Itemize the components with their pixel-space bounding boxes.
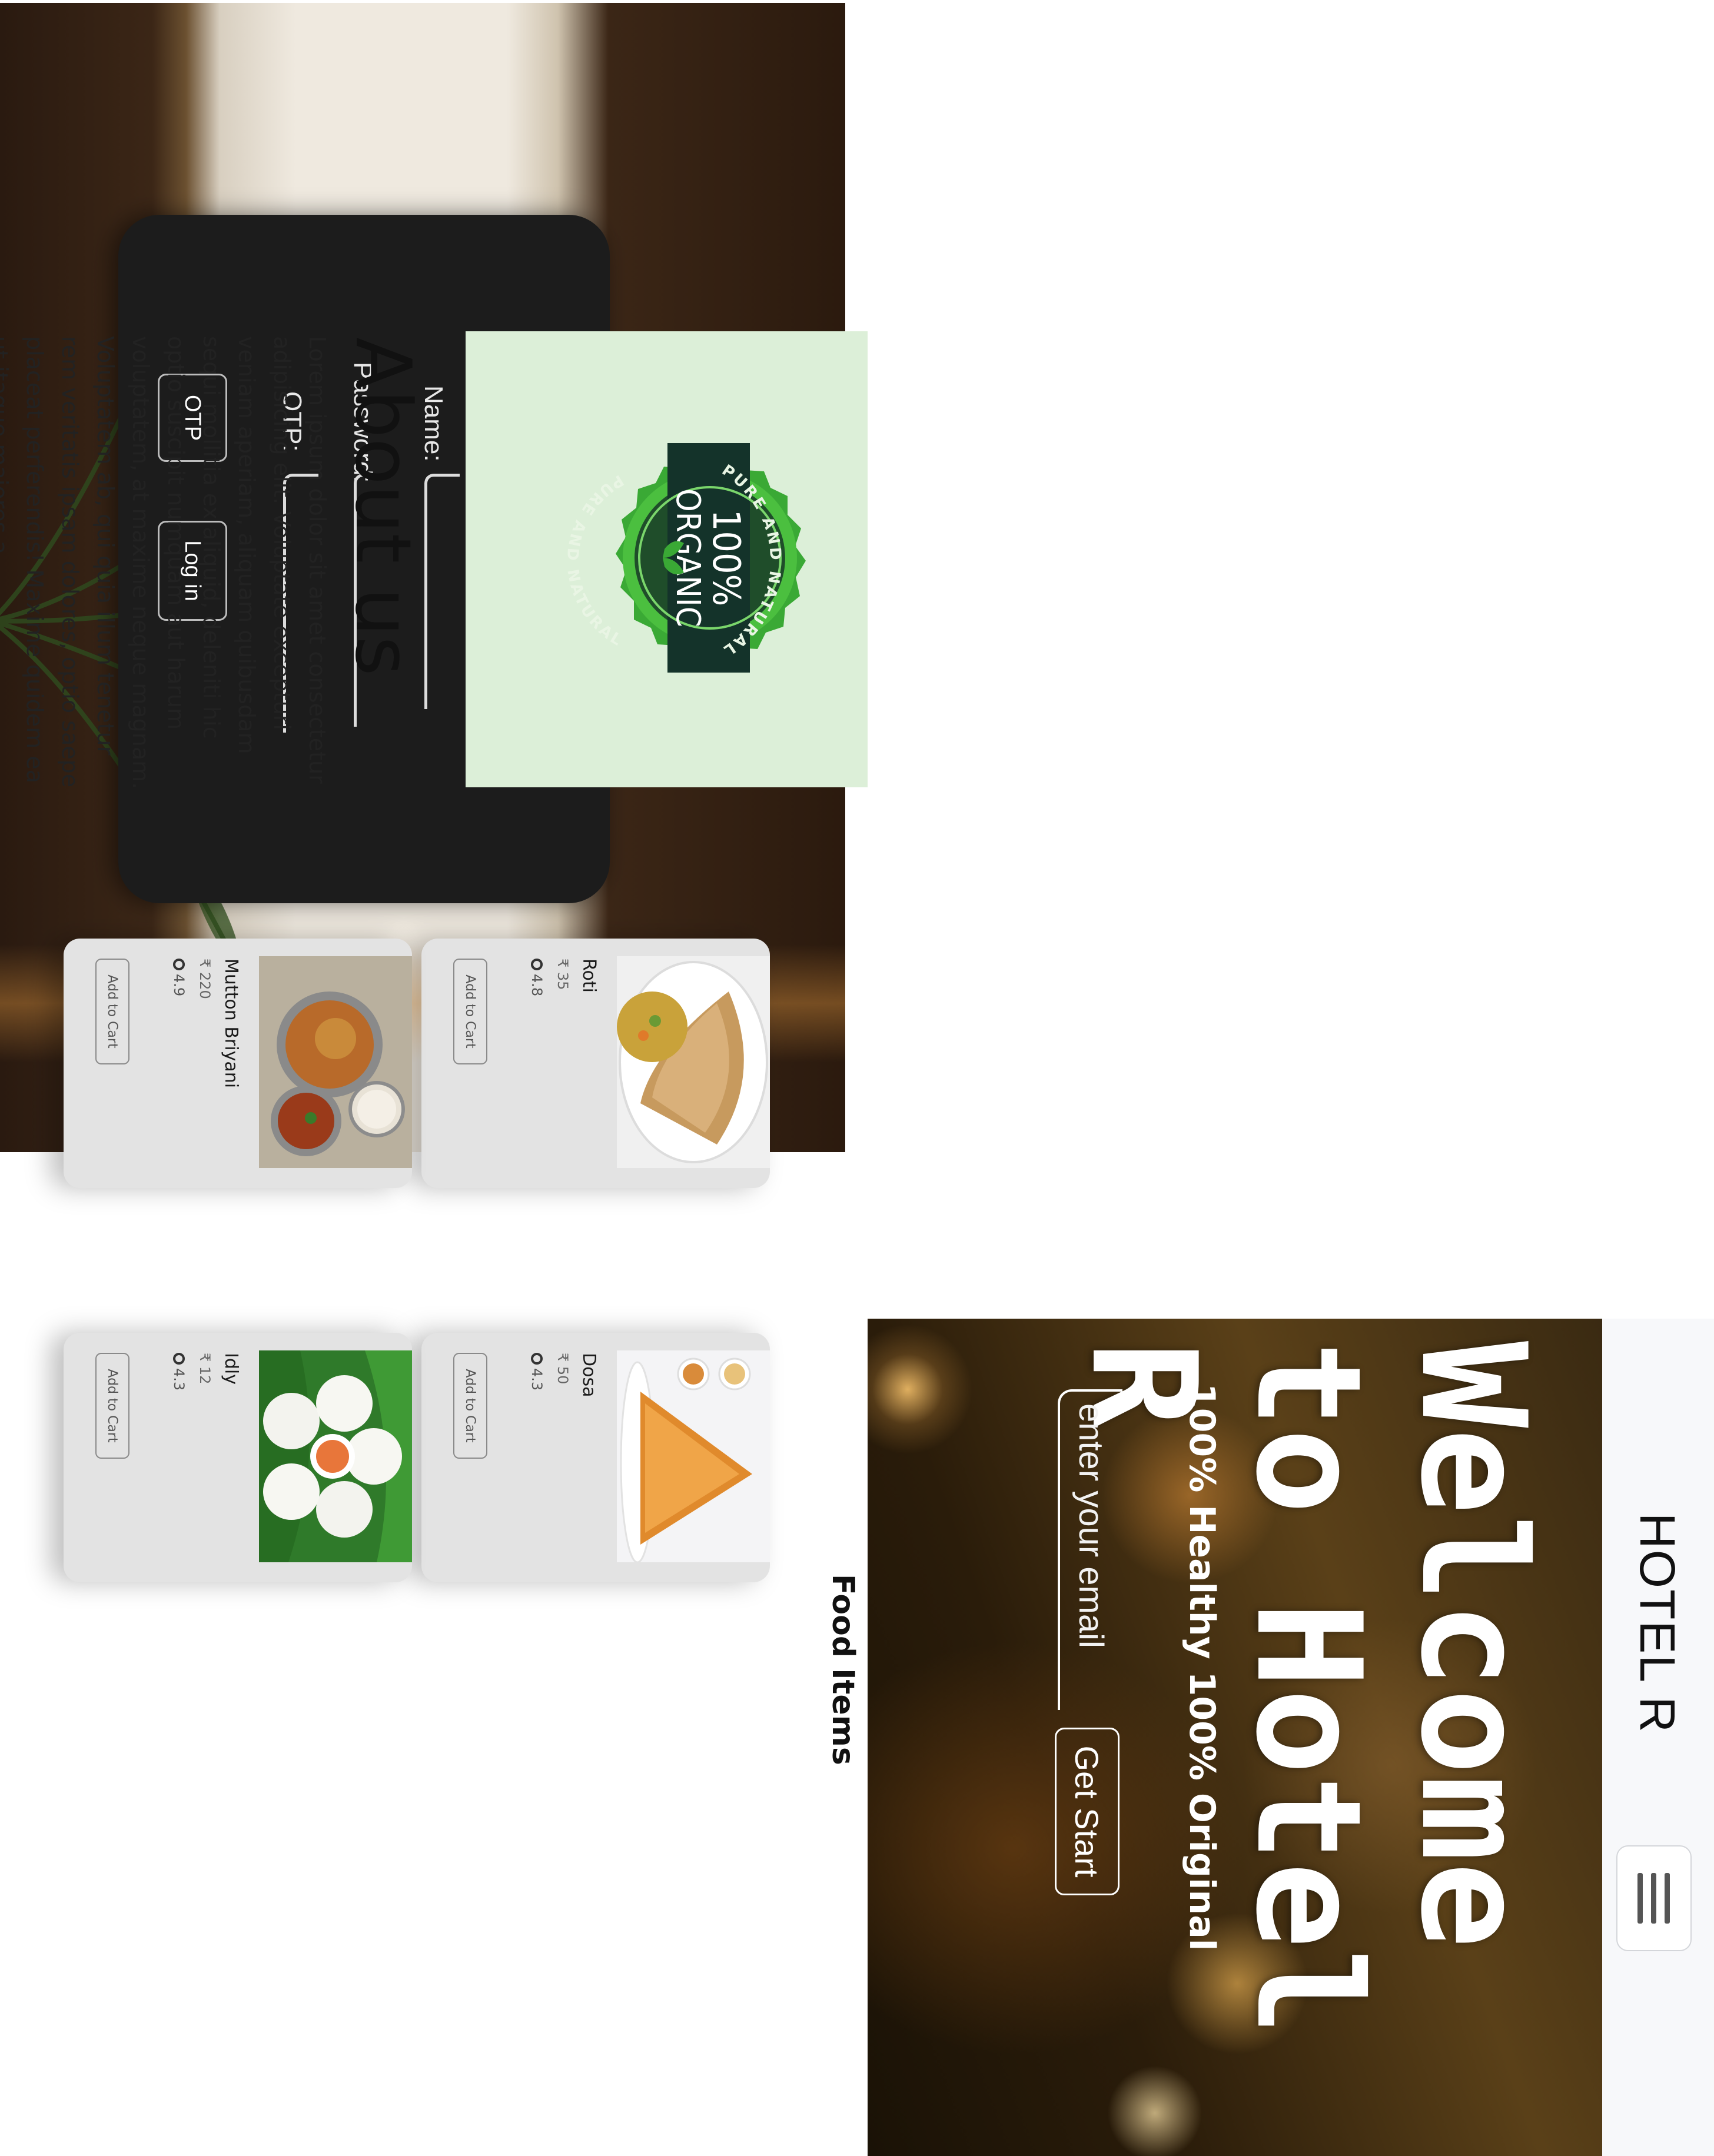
hamburger-line [1665, 1873, 1670, 1924]
food-price: ₹ 50 [554, 1353, 571, 1385]
add-to-cart-button[interactable]: Add to Cart [453, 1353, 487, 1459]
badge-bottom-text: PURE AND NATURAL [563, 471, 627, 651]
food-card-dosa: Dosa ₹ 50 4.3 Add to Cart [421, 1333, 770, 1582]
hamburger-menu-button[interactable] [1616, 1845, 1692, 1951]
screenshot-stage: HOTEL R Welcome to Hotel R 100% Healthy 1… [0, 0, 1714, 2156]
food-name: Dosa [579, 1353, 599, 1398]
star-icon [531, 1353, 543, 1365]
email-input[interactable] [1058, 1389, 1122, 1710]
food-rating: 4.3 [171, 1353, 187, 1390]
star-icon [531, 959, 543, 970]
food-price: ₹ 12 [197, 1353, 213, 1385]
dosa-image [617, 1350, 770, 1562]
navbar: HOTEL R [1602, 1319, 1714, 2156]
svg-text:PURE AND NATURAL: PURE AND NATURAL [563, 471, 627, 651]
food-name: Idly [221, 1353, 241, 1385]
badge-percent: 100% [704, 510, 748, 607]
briyani-image [259, 956, 412, 1168]
food-card-briyani: Mutton Briyani ₹ 220 4.9 Add to Cart [64, 939, 412, 1188]
food-rating: 4.8 [529, 959, 545, 996]
organic-badge-panel: PURE AND NATURAL PURE AND NATURAL 100% O… [466, 331, 868, 787]
star-icon [173, 959, 185, 970]
roti-image [617, 956, 770, 1168]
add-to-cart-button[interactable]: Add to Cart [95, 959, 129, 1064]
get-start-button[interactable]: Get Start [1055, 1728, 1120, 1895]
hero-title: Welcome to Hotel R [1059, 1341, 1557, 2156]
hero-subtitle: 100% Healthy 100% Original [1181, 1383, 1223, 1951]
rating-value: 4.8 [529, 974, 545, 997]
rating-value: 4.9 [171, 974, 187, 997]
roti-illustration [617, 956, 770, 1168]
about-body: Lorem ipsum dolor sit amet consectetur a… [0, 336, 330, 790]
food-card-roti: Roti ₹ 35 4.8 Add to Cart [421, 939, 770, 1188]
badge-organic: ORGANIC [669, 488, 707, 627]
hero-title-line1: Welcome [1389, 1341, 1557, 1949]
food-price: ₹ 220 [197, 959, 213, 999]
home-screen: HOTEL R Welcome to Hotel R 100% Healthy 1… [868, 1319, 1714, 2156]
add-to-cart-button[interactable]: Add to Cart [453, 959, 487, 1064]
about-heading: About us [338, 337, 428, 676]
hamburger-line [1637, 1873, 1643, 1924]
food-rating: 4.9 [171, 959, 187, 996]
food-card-idly: Idly ₹ 12 4.3 Add to Cart [64, 1333, 412, 1582]
food-items-heading: Food Items [825, 1574, 861, 1765]
add-to-cart-button[interactable]: Add to Cart [95, 1353, 129, 1459]
food-price: ₹ 35 [554, 959, 571, 990]
food-name: Mutton Briyani [221, 959, 241, 1089]
food-name: Roti [579, 959, 599, 993]
brand-logo[interactable]: HOTEL R [1629, 1513, 1686, 1734]
idly-image [259, 1350, 412, 1562]
star-icon [173, 1353, 185, 1365]
rating-value: 4.3 [529, 1368, 545, 1391]
hero-section: Welcome to Hotel R 100% Healthy 100% Orig… [868, 1319, 1602, 2156]
rating-value: 4.3 [171, 1368, 187, 1391]
briyani-illustration [259, 956, 412, 1168]
organic-badge-icon: PURE AND NATURAL PURE AND NATURAL 100% O… [563, 443, 806, 673]
name-input[interactable] [424, 474, 460, 709]
food-rating: 4.3 [529, 1353, 545, 1390]
idly-illustration [259, 1350, 412, 1562]
dosa-illustration [617, 1350, 770, 1562]
hamburger-line [1651, 1873, 1657, 1924]
